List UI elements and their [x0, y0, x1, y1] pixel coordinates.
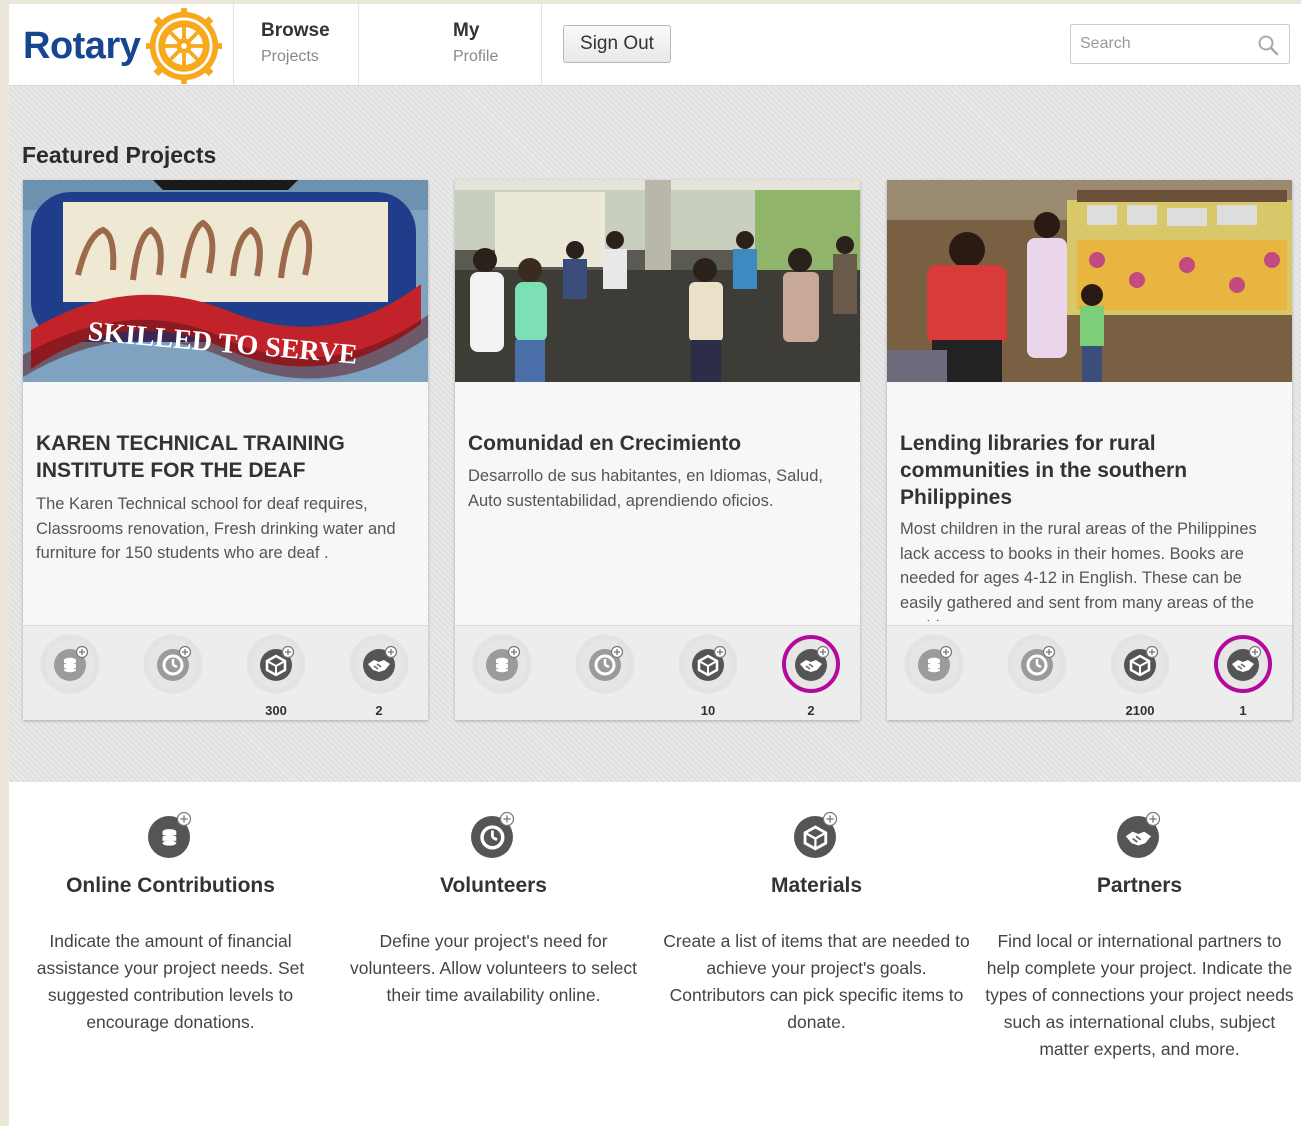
- resource-bar: 10 2: [455, 625, 860, 720]
- resource-materials[interactable]: 10: [678, 634, 738, 718]
- resource-volunteers[interactable]: [1007, 634, 1067, 716]
- feature-online-contributions: Online Contributions Indicate the amount…: [9, 782, 332, 1036]
- volunteers-icon[interactable]: [143, 634, 203, 694]
- project-description: Most children in the rural areas of the …: [900, 520, 1257, 621]
- contributions-icon: [146, 810, 196, 860]
- materials-icon[interactable]: [246, 634, 306, 694]
- feature-title: Online Contributions: [66, 874, 275, 897]
- project-description: The Karen Technical school for deaf requ…: [36, 495, 396, 562]
- resource-contributions[interactable]: [472, 634, 532, 716]
- nav-subtitle: Profile: [453, 48, 499, 65]
- resource-contributions[interactable]: [40, 634, 100, 716]
- resource-count: 2: [375, 703, 383, 718]
- app-window: Rotary Browse Projects My Profile Sign O…: [9, 4, 1301, 1126]
- community-meeting-photo: [455, 180, 860, 382]
- resource-count: [1007, 703, 1067, 719]
- project-image[interactable]: [887, 180, 1292, 382]
- nav-subtitle: Projects: [261, 48, 319, 65]
- partners-icon[interactable]: [1213, 634, 1273, 694]
- project-card[interactable]: Lending libraries for rural communities …: [887, 180, 1292, 720]
- rotary-wheel-icon: [146, 8, 223, 84]
- feature-description: Define your project's need for volunteer…: [350, 931, 637, 1005]
- feature-title: Volunteers: [440, 874, 547, 897]
- logo-wordmark: Rotary: [23, 24, 141, 67]
- nav-divider: [358, 4, 359, 86]
- feature-title: Partners: [1096, 874, 1183, 897]
- resource-count: [904, 703, 964, 719]
- contributions-icon[interactable]: [40, 634, 100, 694]
- project-image[interactable]: [455, 180, 860, 382]
- feature-description: Indicate the amount of financial assista…: [36, 931, 305, 1032]
- resource-count: 1: [1239, 703, 1247, 718]
- partners-icon[interactable]: [349, 634, 409, 694]
- features-section: Online Contributions Indicate the amount…: [9, 782, 1301, 1126]
- nav-divider: [233, 4, 234, 86]
- nav-title: Browse: [261, 20, 330, 41]
- contributions-icon[interactable]: [472, 634, 532, 694]
- feature-description: Create a list of items that are needed t…: [663, 931, 970, 1032]
- nav-browse-projects[interactable]: Browse Projects: [261, 20, 330, 66]
- resource-partners[interactable]: 2: [349, 634, 409, 718]
- feature-title: Materials: [770, 874, 863, 897]
- nav-divider: [541, 4, 542, 86]
- resource-count: [143, 703, 203, 719]
- search-icon[interactable]: [1257, 34, 1279, 56]
- project-title[interactable]: Lending libraries for rural communities …: [900, 430, 1280, 511]
- contributions-icon[interactable]: [904, 634, 964, 694]
- project-title[interactable]: Comunidad en Crecimiento: [468, 430, 848, 457]
- resource-partners[interactable]: 2: [781, 634, 841, 718]
- project-card[interactable]: Comunidad en Crecimiento Desarrollo de s…: [455, 180, 860, 720]
- rotary-logo[interactable]: Rotary: [23, 8, 233, 84]
- nav-title: My: [453, 20, 480, 41]
- resource-volunteers[interactable]: [143, 634, 203, 716]
- resource-count: 2: [807, 703, 815, 718]
- resource-count: [575, 703, 635, 719]
- nav-my-profile[interactable]: My Profile: [453, 20, 498, 66]
- volunteers-icon[interactable]: [1007, 634, 1067, 694]
- partners-icon[interactable]: [781, 634, 841, 694]
- partners-icon: [1115, 810, 1165, 860]
- section-title: Featured Projects: [22, 142, 217, 168]
- feature-description: Find local or international partners to …: [985, 931, 1294, 1059]
- project-description: Desarrollo de sus habitantes, en Idiomas…: [468, 467, 823, 510]
- volunteers-icon[interactable]: [575, 634, 635, 694]
- resource-count: [40, 703, 100, 719]
- materials-icon[interactable]: [678, 634, 738, 694]
- materials-icon[interactable]: [1110, 634, 1170, 694]
- resource-count: [472, 703, 532, 719]
- top-navigation-bar: Rotary Browse Projects My Profile Sign O…: [9, 4, 1301, 86]
- resource-count: 300: [265, 703, 287, 718]
- skilled-to-serve-image: SKILLED TO SERVE: [23, 180, 428, 382]
- resource-materials[interactable]: 2100: [1110, 634, 1170, 718]
- project-title[interactable]: KAREN TECHNICAL TRAINING INSTITUTE FOR T…: [36, 430, 416, 484]
- featured-projects-section: Featured Projects SKILLED TO SERVE KAREN…: [9, 86, 1301, 782]
- lending-library-photo: [887, 180, 1292, 382]
- resource-count: 2100: [1125, 703, 1155, 718]
- search-box: [1070, 24, 1290, 64]
- resource-partners[interactable]: 1: [1213, 634, 1273, 718]
- search-input[interactable]: [1071, 25, 1251, 63]
- resource-materials[interactable]: 300: [246, 634, 306, 718]
- resource-count: 10: [700, 703, 716, 718]
- resource-bar: 300 2: [23, 625, 428, 720]
- feature-volunteers: Volunteers Define your project's need fo…: [332, 782, 655, 1009]
- feature-partners: Partners Find local or international par…: [978, 782, 1301, 1063]
- project-image[interactable]: SKILLED TO SERVE: [23, 180, 428, 382]
- resource-volunteers[interactable]: [575, 634, 635, 716]
- feature-materials: Materials Create a list of items that ar…: [655, 782, 978, 1036]
- resource-bar: 2100 1: [887, 625, 1292, 720]
- materials-icon: [792, 810, 842, 860]
- volunteers-icon: [469, 810, 519, 860]
- resource-contributions[interactable]: [904, 634, 964, 716]
- sign-out-button[interactable]: Sign Out: [563, 25, 671, 63]
- project-card[interactable]: SKILLED TO SERVE KAREN TECHNICAL TRAININ…: [23, 180, 428, 720]
